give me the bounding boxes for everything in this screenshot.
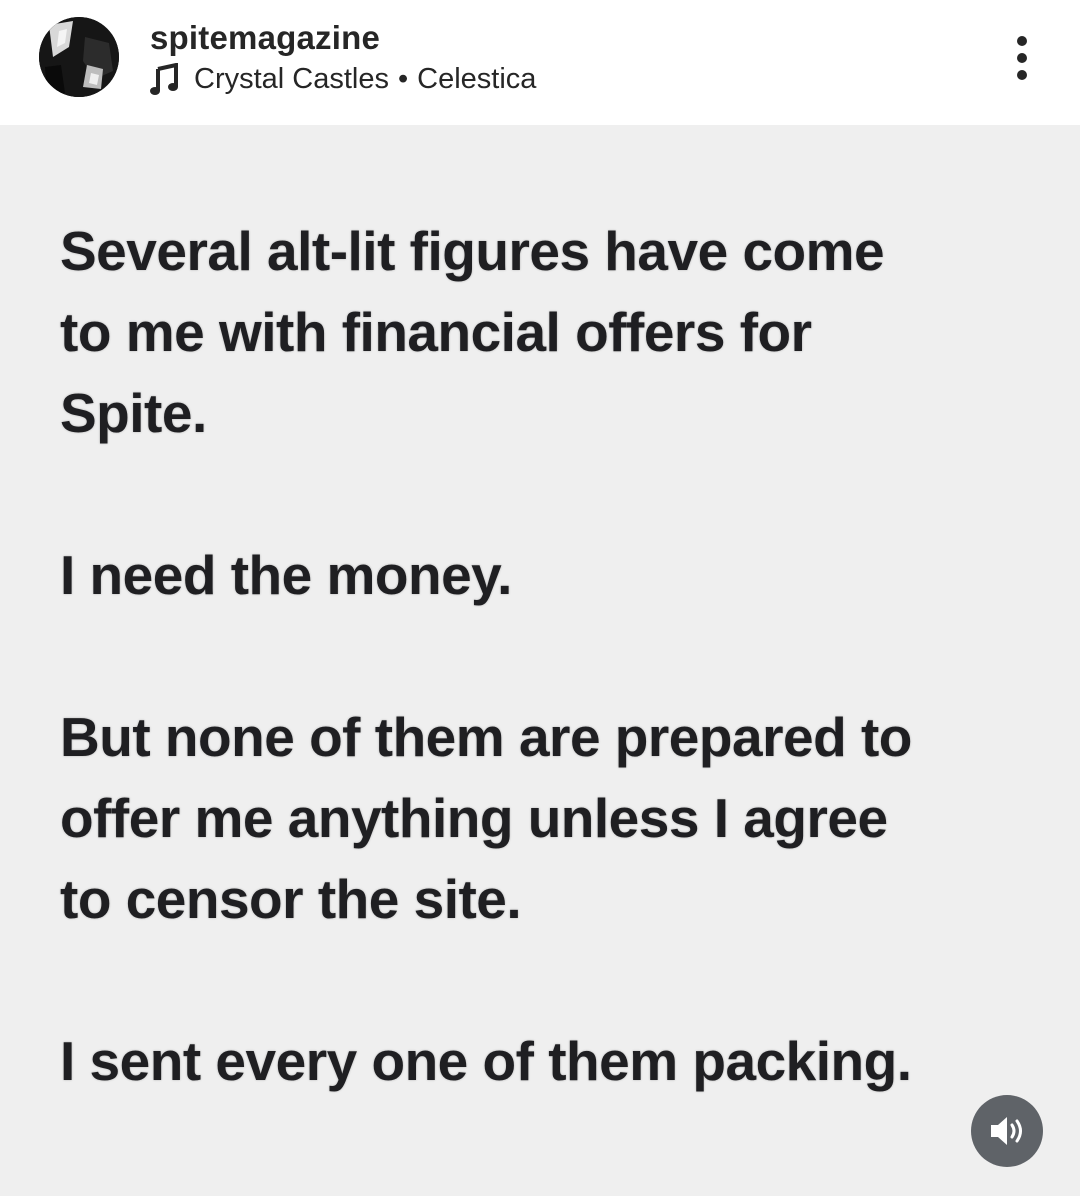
speaker-volume-icon	[991, 1117, 1022, 1145]
post-paragraph: I sent every one of them packing.	[60, 1030, 912, 1092]
more-options-icon	[1017, 36, 1027, 46]
audio-artist: Crystal Castles	[194, 62, 389, 95]
audio-separator: •	[398, 62, 409, 95]
audio-toggle-button[interactable]	[971, 1095, 1043, 1167]
avatar-image	[39, 17, 119, 97]
music-note-icon	[150, 62, 180, 95]
post-text: Several alt-lit figures have come to me …	[60, 211, 1050, 1102]
post-paragraph: But none of them are prepared to offer m…	[60, 706, 912, 930]
audio-track: Celestica	[417, 62, 537, 95]
avatar[interactable]	[39, 17, 119, 97]
post-paragraph: I need the money.	[60, 544, 512, 606]
post-header: spitemagazine Crystal Castles • Celestic…	[0, 0, 1080, 125]
more-options-button[interactable]	[1002, 30, 1042, 86]
post-media[interactable]: Several alt-lit figures have come to me …	[0, 125, 1080, 1196]
more-options-icon-dot	[1017, 53, 1027, 63]
audio-attribution[interactable]: Crystal Castles • Celestica	[150, 58, 536, 100]
post-paragraph: Several alt-lit figures have come to me …	[60, 220, 885, 444]
username[interactable]: spitemagazine	[150, 16, 380, 60]
more-options-icon-dot	[1017, 70, 1027, 80]
